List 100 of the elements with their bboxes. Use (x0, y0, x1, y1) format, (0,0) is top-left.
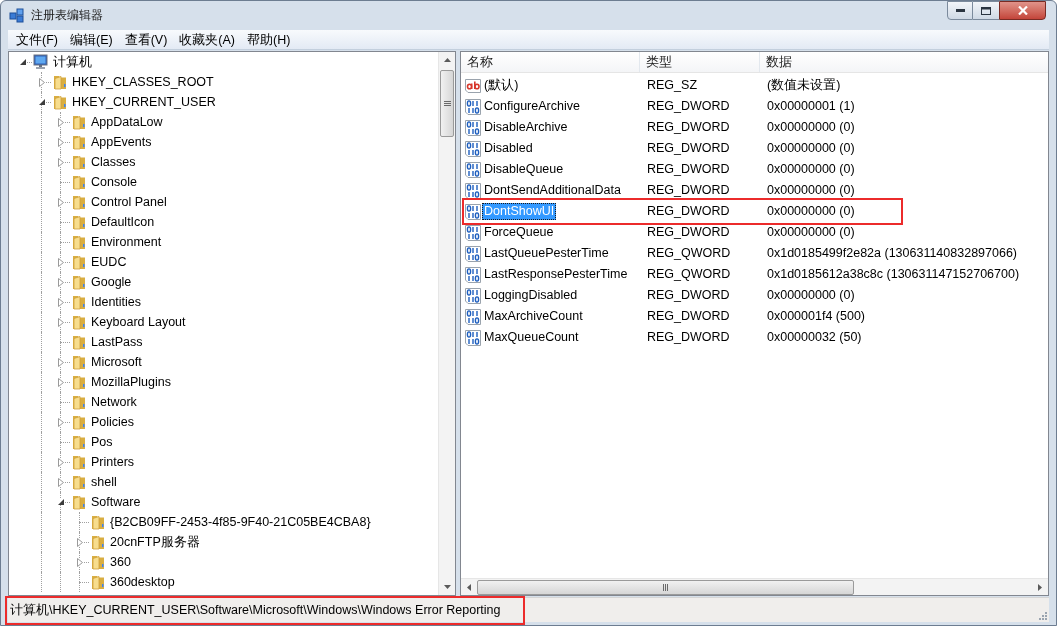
value-name[interactable]: MaxQueueCount (482, 329, 581, 346)
tree-item[interactable]: Network (91, 392, 137, 412)
tree-item[interactable]: Keyboard Layout (91, 312, 186, 332)
value-name[interactable]: LastQueuePesterTime (482, 245, 611, 262)
tree-item[interactable]: Control Panel (91, 192, 167, 212)
tree-item[interactable]: shell (91, 472, 117, 492)
folder-icon (52, 74, 68, 90)
column-header[interactable]: 数据 (760, 52, 1048, 72)
value-name[interactable]: DisableArchive (482, 119, 570, 136)
folder-icon (71, 474, 87, 490)
value-name[interactable]: MaxArchiveCount (482, 308, 585, 325)
folder-icon (71, 314, 87, 330)
tree-item[interactable]: 20cnFTP服务器 (110, 532, 200, 552)
scrollbar-thumb[interactable] (440, 70, 454, 137)
value-name[interactable]: (默认) (482, 77, 521, 94)
value-data: 0x00000000 (0) (766, 140, 855, 158)
tree-item[interactable]: {B2CB09FF-2453-4f85-9F40-21C05BE4CBA8} (110, 512, 371, 532)
tree-item[interactable]: 计算机 (53, 52, 92, 72)
tree-item[interactable]: Classes (91, 152, 136, 172)
value-data: 0x00000032 (50) (766, 329, 862, 347)
tree-item[interactable]: LastPass (91, 332, 143, 352)
value-name[interactable]: DontSendAdditionalData (482, 182, 623, 199)
tree-item[interactable]: Identities (91, 292, 142, 312)
maximize-button[interactable] (973, 1, 999, 20)
folder-icon (71, 434, 87, 450)
tree-item[interactable]: DefaultIcon (91, 212, 155, 232)
folder-icon (71, 494, 87, 510)
value-type: REG_DWORD (646, 287, 731, 305)
tree-item[interactable]: AppEvents (91, 132, 152, 152)
scroll-up-icon[interactable] (443, 58, 451, 62)
scroll-left-icon[interactable] (467, 583, 471, 591)
folder-icon (71, 374, 87, 390)
tree-item[interactable]: MozillaPlugins (91, 372, 171, 392)
tree-item[interactable]: Software (91, 492, 141, 512)
value-name[interactable]: LastResponsePesterTime (482, 266, 630, 283)
expander-icon[interactable] (38, 99, 45, 105)
value-name[interactable]: DisableQueue (482, 161, 566, 178)
folder-icon (90, 574, 106, 590)
binary-value-icon (465, 224, 481, 241)
scrollbar-thumb[interactable] (477, 579, 854, 595)
folder-icon (90, 514, 106, 530)
folder-icon (71, 394, 87, 410)
tree-item[interactable]: EUDC (91, 252, 127, 272)
folder-icon (71, 174, 87, 190)
value-data: 0x00000000 (0) (766, 287, 855, 305)
value-data: 0x1d0185499f2e82a (130631140832897066) (766, 245, 1017, 263)
tree-item[interactable]: AppDataLow (91, 112, 163, 132)
tree-item[interactable]: 360desktop (110, 572, 175, 592)
tree-item[interactable]: Printers (91, 452, 135, 472)
value-type: REG_QWORD (646, 266, 732, 284)
tree-item[interactable]: Google (91, 272, 132, 292)
close-button[interactable] (999, 1, 1046, 20)
minimize-button[interactable] (947, 1, 973, 20)
binary-value-icon (465, 203, 481, 220)
value-type: REG_QWORD (646, 245, 732, 263)
binary-value-icon (465, 182, 481, 199)
expander-icon[interactable] (57, 499, 64, 505)
menu-item[interactable]: 查看(V) (118, 30, 174, 49)
folder-icon (71, 254, 87, 270)
horizontal-scrollbar[interactable] (461, 578, 1048, 595)
folder-icon (90, 554, 106, 570)
value-name[interactable]: ForceQueue (482, 224, 556, 241)
grip-icon (662, 583, 669, 591)
value-data: 0x00000000 (0) (766, 224, 855, 242)
tree-item[interactable]: HKEY_CURRENT_USER (72, 92, 216, 112)
value-name[interactable]: LoggingDisabled (482, 287, 580, 304)
value-data: (数值未设置) (766, 77, 841, 95)
menu-item[interactable]: 帮助(H) (241, 30, 297, 49)
folder-icon (71, 194, 87, 210)
value-type: REG_DWORD (646, 140, 731, 158)
folder-icon (90, 534, 106, 550)
tree-item[interactable]: HKEY_CLASSES_ROOT (72, 72, 214, 92)
menu-item[interactable]: 文件(F) (10, 30, 64, 49)
scroll-right-icon[interactable] (1038, 583, 1042, 591)
tree-item[interactable]: Microsoft (91, 352, 142, 372)
value-name[interactable]: ConfigureArchive (482, 98, 582, 115)
column-header[interactable]: 名称 (461, 52, 640, 72)
window-title: 注册表编辑器 (31, 7, 103, 24)
folder-icon (71, 334, 87, 350)
menu-item[interactable]: 收藏夹(A) (173, 30, 241, 49)
resize-grip-icon[interactable] (1037, 610, 1047, 620)
value-type: REG_DWORD (646, 203, 731, 221)
binary-value-icon (465, 98, 481, 115)
tree-item[interactable]: Pos (91, 432, 113, 452)
scroll-down-icon[interactable] (443, 585, 451, 589)
menu-item[interactable]: 编辑(E) (63, 30, 119, 49)
column-header[interactable]: 类型 (640, 52, 760, 72)
tree-item[interactable]: Environment (91, 232, 162, 252)
tree-item[interactable]: 360 (110, 552, 131, 572)
vertical-scrollbar[interactable] (438, 52, 455, 595)
binary-value-icon (465, 266, 481, 283)
value-data: 0x00000000 (0) (766, 203, 855, 221)
folder-icon (71, 114, 87, 130)
expander-icon[interactable] (19, 59, 26, 65)
value-name[interactable]: Disabled (482, 140, 535, 157)
folder-icon (71, 154, 87, 170)
tree-item[interactable]: Policies (91, 412, 135, 432)
tree-item[interactable]: Console (91, 172, 137, 192)
binary-value-icon (465, 161, 481, 178)
folder-icon (71, 354, 87, 370)
